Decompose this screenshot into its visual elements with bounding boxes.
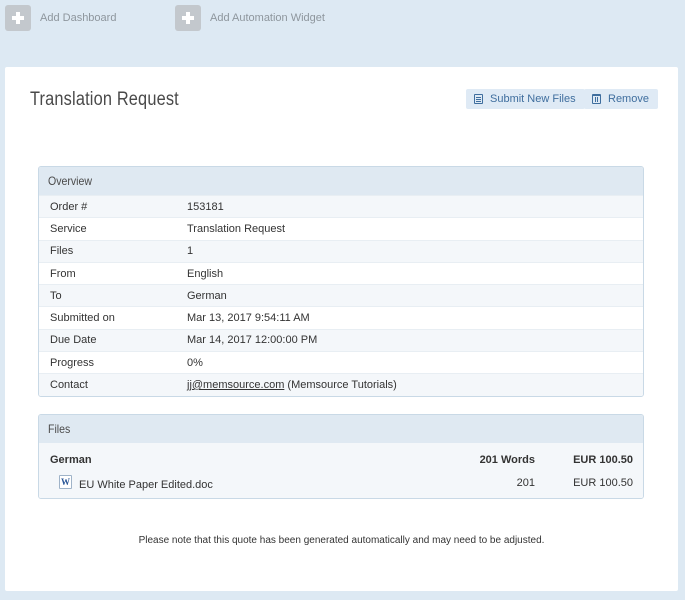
plus-icon (175, 5, 201, 31)
files-total-words: 201 Words (479, 454, 535, 466)
overview-section: Overview Order # 153181 Service Translat… (38, 166, 644, 397)
overview-label: To (50, 289, 62, 302)
overview-row-contact: Contact jj@memsource.com (Memsource Tuto… (39, 373, 643, 396)
overview-label: Service (50, 222, 87, 235)
overview-label: Progress (50, 356, 95, 369)
overview-value: Mar 13, 2017 9:54:11 AM (187, 312, 310, 325)
overview-value: English (187, 267, 224, 280)
files-header: Files (39, 415, 643, 443)
overview-row-files: Files 1 (39, 239, 643, 262)
overview-value: 1 (187, 245, 194, 258)
overview-row-submitted: Submitted on Mar 13, 2017 9:54:11 AM (39, 306, 643, 328)
overview-label: Contact (50, 379, 88, 392)
request-panel: Translation Request Submit New Files Rem… (5, 67, 678, 591)
remove-label: Remove (608, 93, 649, 105)
overview-value: German (187, 289, 227, 302)
files-section: Files German 201 Words EUR 100.50 EU Whi… (38, 414, 644, 499)
overview-label: Files (50, 245, 74, 258)
overview-label: Due Date (50, 334, 97, 347)
overview-row-service: Service Translation Request (39, 217, 643, 239)
overview-row-progress: Progress 0% (39, 351, 643, 373)
overview-label: Order # (50, 200, 88, 213)
submit-new-files-label: Submit New Files (490, 93, 576, 105)
files-body: German 201 Words EUR 100.50 EU White Pap… (39, 443, 643, 498)
overview-value: 153181 (187, 200, 224, 213)
overview-heading: Overview (48, 174, 93, 188)
contact-name: (Memsource Tutorials) (284, 379, 397, 392)
quote-note: Please note that this quote has been gen… (138, 535, 545, 546)
add-dashboard-button[interactable]: Add Dashboard (5, 5, 116, 31)
files-heading: Files (48, 422, 71, 436)
trash-icon (592, 94, 601, 104)
word-document-icon (59, 475, 72, 489)
document-icon (474, 94, 483, 104)
file-name-link[interactable]: EU White Paper Edited.doc (79, 479, 213, 491)
submit-new-files-button[interactable]: Submit New Files (466, 89, 585, 109)
overview-header: Overview (39, 167, 643, 195)
overview-label: From (50, 267, 76, 280)
overview-row-due-date: Due Date Mar 14, 2017 12:00:00 PM (39, 328, 643, 352)
file-price: EUR 100.50 (573, 477, 633, 489)
add-dashboard-label: Add Dashboard (40, 12, 117, 24)
remove-button[interactable]: Remove (584, 89, 658, 109)
add-automation-widget-button[interactable]: Add Automation Widget (175, 5, 325, 31)
files-total-price: EUR 100.50 (573, 454, 633, 466)
overview-label: Submitted on (50, 312, 115, 325)
overview-value: Translation Request (187, 222, 286, 235)
overview-row-from: From English (39, 261, 643, 284)
overview-row-order: Order # 153181 (39, 195, 643, 218)
top-toolbar: Add Dashboard Add Automation Widget (0, 0, 685, 40)
file-word-count: 201 (516, 477, 535, 489)
files-language: German (50, 454, 92, 466)
overview-row-to: To German (39, 284, 643, 307)
overview-value: Mar 14, 2017 12:00:00 PM (187, 334, 318, 347)
add-automation-widget-label: Add Automation Widget (210, 12, 325, 24)
contact-email-link[interactable]: jj@memsource.com (187, 379, 284, 391)
overview-value: 0% (187, 356, 203, 369)
overview-rows: Order # 153181 Service Translation Reque… (39, 195, 643, 396)
page-title: Translation Request (30, 89, 179, 110)
plus-icon (5, 5, 31, 31)
overview-value: jj@memsource.com (Memsource Tutorials) (187, 379, 643, 391)
